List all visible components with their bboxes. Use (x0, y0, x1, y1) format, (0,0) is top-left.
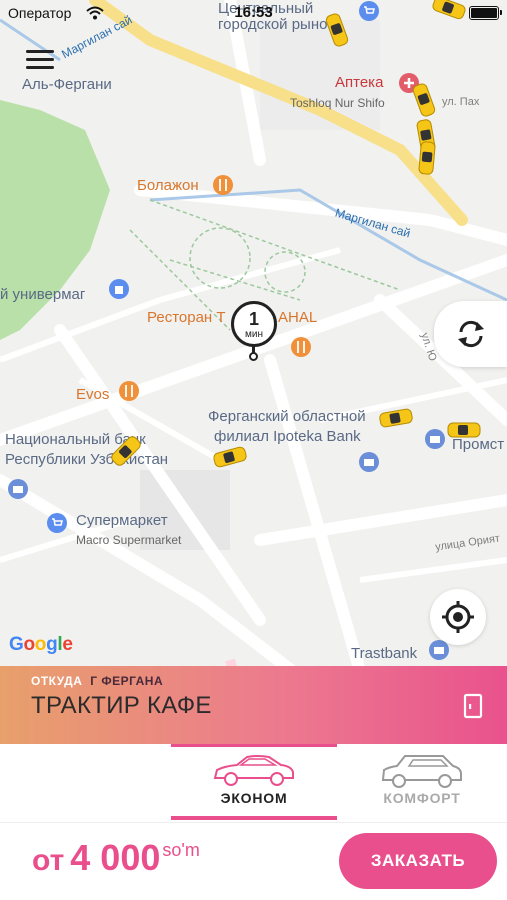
map-label-supermarket: Супермаркет (76, 512, 168, 529)
pickup-pin: 1 мин (231, 301, 277, 361)
map-label-pharmacy-sub: Toshloq Nur Shifo (290, 96, 385, 110)
clock: 16:53 (234, 4, 273, 21)
bank-icon (359, 452, 379, 472)
bank-icon-3 (8, 479, 28, 499)
map-label-promst: Промст (452, 436, 505, 453)
my-location-button[interactable] (430, 589, 486, 645)
pickup-place: ТРАКТИР КАФЕ (31, 692, 212, 719)
menu-icon-line (26, 66, 54, 69)
tariff-tabs: ЭКОНОМ КОМФОРТ (0, 744, 507, 822)
refresh-button[interactable] (434, 301, 507, 367)
price: от 4 000 so'm (32, 837, 200, 879)
tab-comfort[interactable]: КОМФОРТ (339, 744, 505, 822)
google-logo: Google (9, 634, 73, 655)
order-bar: от 4 000 so'm ЗАКАЗАТЬ (0, 822, 507, 900)
shopping-bag-icon (109, 279, 129, 299)
order-button[interactable]: ЗАКАЗАТЬ (339, 833, 497, 889)
map-label-bolazhon: Болажон (137, 177, 199, 194)
price-value: 4 000 (70, 837, 161, 878)
map-label-evos: Evos (76, 386, 110, 403)
map-label-supermarket-sub: Macro Supermarket (76, 533, 182, 547)
from-label: ОТКУДА (31, 674, 83, 688)
eta-value: 1 (248, 309, 259, 329)
map-label-street-pax: ул. Пах (442, 96, 480, 108)
map-label-univermag: й универмаг (0, 286, 86, 303)
price-currency: so'm (162, 840, 200, 860)
map-label-restaurant-end: AHAL (278, 309, 318, 326)
sedan-car-icon (213, 755, 294, 786)
restaurant-icon-3 (119, 381, 139, 401)
pickup-header: ОТКУДА Г ФЕРГАНА (31, 674, 163, 688)
from-city: Г ФЕРГАНА (90, 674, 164, 688)
crossover-car-icon (381, 755, 462, 788)
status-bar: Оператор 16:53 (0, 0, 507, 28)
map-label-trastbank: Trastbank (351, 645, 418, 662)
refresh-icon (457, 320, 484, 348)
shopping-cart-icon-2 (47, 513, 67, 533)
map-label-al-fergani: Аль-Фергани (22, 76, 112, 93)
eta-circle: 1 мин (231, 301, 277, 347)
menu-button[interactable] (26, 50, 54, 70)
restaurant-icon (213, 175, 233, 195)
battery-icon (469, 6, 502, 20)
map-label-ipoteka: Ферганский областной (208, 408, 366, 425)
map-label-ipoteka-2: филиал Ipoteka Bank (214, 428, 361, 445)
pickup-address-panel[interactable]: ОТКУДА Г ФЕРГАНА ТРАКТИР КАФЕ (0, 666, 507, 744)
taxi-car-icon (418, 141, 436, 175)
price-prefix: от (32, 844, 65, 877)
menu-icon-line (26, 50, 54, 53)
map-label-pharmacy: Аптека (335, 74, 384, 91)
menu-icon-line (26, 58, 54, 61)
bank-icon-2 (425, 429, 445, 449)
pin-dot (249, 352, 258, 361)
tab-comfort-label: КОМФОРТ (383, 790, 461, 806)
entrance-door-icon[interactable] (462, 693, 484, 719)
taxi-car-icon (447, 422, 481, 438)
map-label-restaurant: Ресторан Т (147, 309, 226, 326)
restaurant-icon-2 (291, 337, 311, 357)
crosshair-icon (442, 601, 474, 633)
map-label-natsbank-2: Республики Узбекистан (5, 451, 169, 468)
tab-econom-label: ЭКОНОМ (220, 790, 288, 806)
tab-selected-indicator-top (171, 744, 337, 747)
eta-unit: мин (245, 329, 263, 340)
battery-level (471, 8, 497, 18)
tab-selected-indicator-bottom (171, 816, 337, 820)
tab-econom[interactable]: ЭКОНОМ (171, 744, 337, 822)
